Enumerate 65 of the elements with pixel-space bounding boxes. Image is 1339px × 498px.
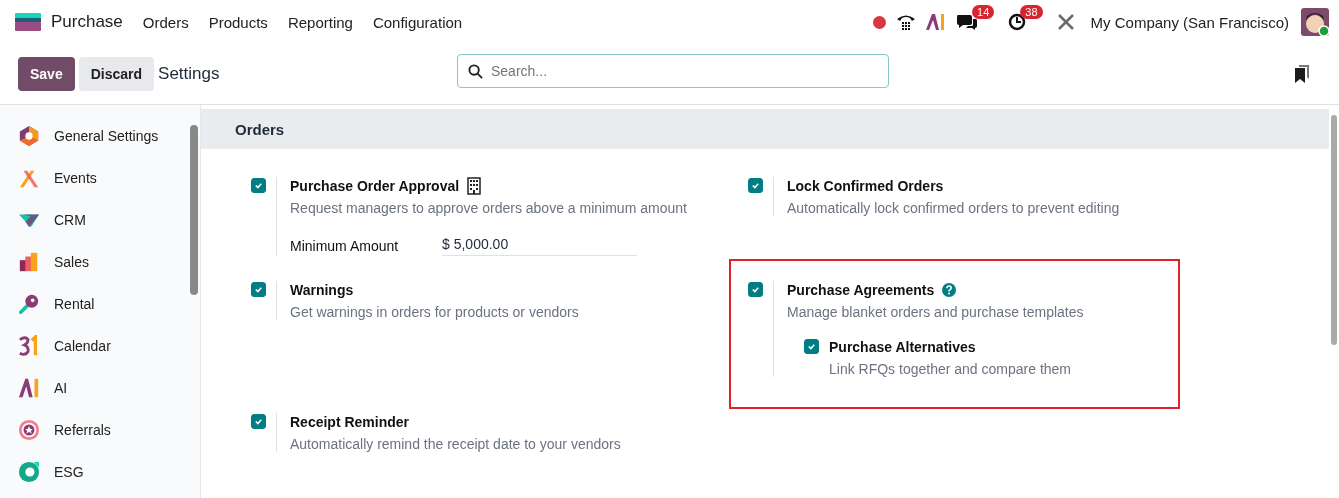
checkbox[interactable] bbox=[251, 282, 266, 297]
rental-icon bbox=[18, 293, 40, 315]
menu-item[interactable]: Configuration bbox=[372, 13, 463, 31]
setting-title: Purchase Alternatives bbox=[829, 338, 977, 356]
setting-description: Request managers to approve orders above a minimum amount bbox=[290, 200, 687, 216]
message-count: 14 bbox=[972, 5, 995, 19]
save-button[interactable]: Save bbox=[18, 57, 75, 91]
phone-icon[interactable] bbox=[896, 13, 917, 31]
menu-item[interactable]: Products bbox=[208, 13, 268, 31]
setting-description: Get warnings in orders for products or vendors bbox=[290, 304, 579, 320]
sidebar-item[interactable]: Referrals bbox=[0, 409, 188, 451]
setting-description: Automatically lock confirmed orders to prevent editing bbox=[787, 200, 1120, 216]
setting-description: Manage blanket orders and purchase templates bbox=[787, 304, 1084, 320]
check-icon bbox=[254, 285, 263, 294]
esg-icon bbox=[18, 461, 40, 483]
gear-icon bbox=[18, 125, 40, 147]
page-title: Settings bbox=[158, 64, 220, 84]
calendar-icon bbox=[18, 335, 40, 357]
setting-description: Automatically remind the receipt date to your vendors bbox=[290, 436, 621, 452]
activity-count: 38 bbox=[1020, 5, 1043, 19]
check-icon bbox=[254, 181, 263, 190]
bookmark-icon[interactable] bbox=[1295, 65, 1309, 83]
setting-title: Warnings bbox=[290, 281, 354, 299]
check-icon bbox=[751, 181, 760, 190]
discard-button[interactable]: Discard bbox=[78, 57, 155, 91]
check-icon bbox=[254, 417, 263, 426]
checkbox[interactable] bbox=[748, 178, 763, 193]
checkbox[interactable] bbox=[748, 282, 763, 297]
ai-icon bbox=[18, 377, 40, 399]
sidebar-item[interactable]: Calendar bbox=[0, 325, 188, 367]
sidebar-item[interactable]: General Settings bbox=[0, 115, 188, 157]
help-icon[interactable] bbox=[942, 283, 957, 297]
sidebar-item[interactable]: ESG bbox=[0, 451, 188, 493]
check-icon bbox=[751, 285, 760, 294]
checkbox[interactable] bbox=[804, 339, 819, 354]
checkbox[interactable] bbox=[251, 414, 266, 429]
sidebar-item[interactable]: Sales bbox=[0, 241, 188, 283]
menu-item[interactable]: Reporting bbox=[287, 13, 353, 31]
section-title: Orders bbox=[235, 120, 285, 138]
search-field[interactable]: Search... bbox=[457, 54, 889, 88]
clock-icon[interactable] bbox=[1008, 13, 1027, 31]
sidebar-item[interactable]: AI bbox=[0, 367, 188, 409]
sales-icon bbox=[18, 251, 40, 273]
setting-title: Purchase Agreements bbox=[787, 281, 935, 299]
checkbox[interactable] bbox=[251, 178, 266, 193]
sidebar-item[interactable]: Events bbox=[0, 157, 188, 199]
referrals-icon bbox=[18, 419, 40, 441]
record-icon[interactable] bbox=[873, 15, 887, 29]
ai-icon[interactable] bbox=[926, 14, 947, 30]
menu-item[interactable]: Orders bbox=[142, 13, 189, 31]
company-switcher[interactable]: My Company (San Francisco) bbox=[1090, 13, 1289, 31]
sidebar-item[interactable]: CRM bbox=[0, 199, 188, 241]
chat-icon[interactable] bbox=[956, 13, 979, 31]
sidebar-item[interactable]: Rental bbox=[0, 283, 188, 325]
check-icon bbox=[807, 342, 816, 351]
app-name[interactable]: Purchase bbox=[51, 12, 123, 32]
setting-description: Link RFQs together and compare them bbox=[829, 361, 1071, 377]
field-label: Minimum Amount bbox=[290, 238, 400, 254]
app-logo-icon[interactable] bbox=[15, 13, 41, 31]
amount-field[interactable]: $ 5,000.00 bbox=[442, 236, 637, 256]
search-icon bbox=[468, 64, 483, 79]
setting-title: Lock Confirmed Orders bbox=[787, 177, 944, 195]
setting-title: Purchase Order Approval bbox=[290, 177, 460, 195]
user-avatar[interactable] bbox=[1301, 8, 1329, 36]
setting-title: Receipt Reminder bbox=[290, 413, 410, 431]
